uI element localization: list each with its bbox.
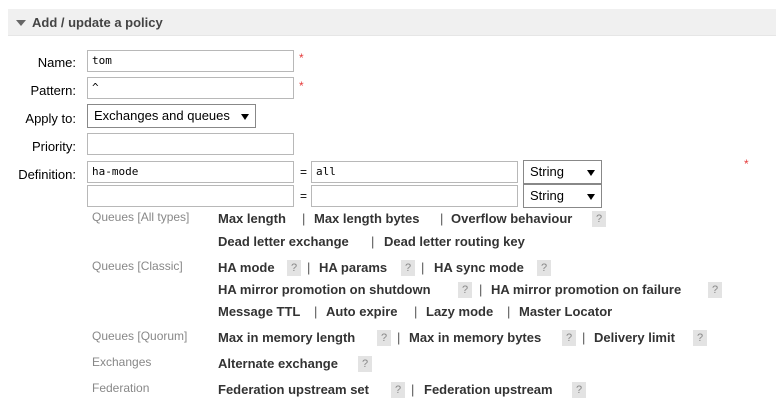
separator: | [397,330,401,345]
apply-to-label: Apply to: [25,111,76,126]
section-title: Add / update a policy [32,15,163,30]
definition-type-select[interactable]: String [523,160,602,184]
link-ha-sync-mode[interactable]: HA sync mode [434,260,524,275]
help-question-icon[interactable]: ? [287,260,301,276]
link-master-locator[interactable]: Master Locator [519,304,612,319]
name-input[interactable]: tom [87,50,294,72]
link-max-in-memory-length[interactable]: Max in memory length [218,330,355,345]
help-question-icon[interactable]: ? [562,330,576,346]
link-ha-mode[interactable]: HA mode [218,260,275,275]
separator: | [371,234,375,249]
separator: | [479,282,483,297]
name-required-mark: * [299,51,304,65]
help-question-icon[interactable]: ? [708,282,722,298]
dropdown-caret-icon [587,170,595,176]
help-question-icon[interactable]: ? [358,356,372,372]
separator: | [414,304,418,319]
link-max-in-memory-bytes[interactable]: Max in memory bytes [409,330,541,345]
separator: | [314,304,318,319]
dropdown-caret-icon [241,114,249,120]
category-label-queues-classic: Queues [Classic] [92,259,183,273]
definition-required-mark: * [744,157,749,171]
definition-value-input[interactable] [311,185,518,207]
collapse-triangle-icon[interactable] [16,20,26,26]
link-dead-letter-exchange[interactable]: Dead letter exchange [218,234,349,249]
separator: | [307,260,311,275]
definition-key-input[interactable]: ha-mode [87,161,294,183]
help-question-icon[interactable]: ? [693,330,707,346]
name-label: Name: [37,55,76,70]
link-ha-params[interactable]: HA params [319,260,387,275]
separator: | [582,330,586,345]
link-alternate-exchange[interactable]: Alternate exchange [218,356,338,371]
pattern-input[interactable]: ^ [87,77,294,99]
link-max-length[interactable]: Max length [218,211,286,226]
apply-to-selected-value: Exchanges and queues [94,108,230,123]
link-ha-mirror-promotion-on-shutdown[interactable]: HA mirror promotion on shutdown [218,282,431,297]
category-label-queues-quorum: Queues [Quorum] [92,329,188,343]
link-max-length-bytes[interactable]: Max length bytes [314,211,419,226]
link-overflow-behaviour[interactable]: Overflow behaviour [451,211,572,226]
priority-input[interactable] [87,133,294,155]
category-label-exchanges: Exchanges [92,355,152,369]
help-question-icon[interactable]: ? [537,260,551,276]
category-label-queues-all-types: Queues [All types] [92,210,190,224]
separator: | [507,304,511,319]
help-question-icon[interactable]: ? [401,260,415,276]
link-delivery-limit[interactable]: Delivery limit [594,330,675,345]
priority-label: Priority: [31,139,76,154]
section-header-add-update-policy[interactable]: Add / update a policy [8,9,776,36]
definition-value-input[interactable]: all [311,161,518,183]
link-dead-letter-routing-key[interactable]: Dead letter routing key [384,234,525,249]
help-question-icon[interactable]: ? [458,282,472,298]
definition-type-value: String [530,188,564,203]
help-question-icon[interactable]: ? [391,382,405,398]
separator: | [440,211,444,226]
link-federation-upstream[interactable]: Federation upstream [424,382,553,397]
apply-to-select[interactable]: Exchanges and queues [87,104,256,128]
dropdown-caret-icon [587,194,595,200]
link-lazy-mode[interactable]: Lazy mode [426,304,493,319]
separator: | [302,211,306,226]
definition-label: Definition: [18,167,76,182]
definition-equals: = [300,165,308,179]
pattern-required-mark: * [299,79,304,93]
definition-key-input[interactable] [87,185,294,207]
link-ha-mirror-promotion-on-failure[interactable]: HA mirror promotion on failure [491,282,681,297]
category-label-federation: Federation [92,381,150,395]
link-message-ttl[interactable]: Message TTL [218,304,300,319]
help-question-icon[interactable]: ? [572,382,586,398]
help-question-icon[interactable]: ? [592,211,606,227]
definition-type-select[interactable]: String [523,184,602,208]
separator: | [421,260,425,275]
separator: | [411,382,415,397]
link-auto-expire[interactable]: Auto expire [326,304,398,319]
definition-equals: = [300,189,308,203]
definition-type-value: String [530,164,564,179]
link-federation-upstream-set[interactable]: Federation upstream set [218,382,369,397]
pattern-label: Pattern: [30,83,76,98]
help-question-icon[interactable]: ? [377,330,391,346]
